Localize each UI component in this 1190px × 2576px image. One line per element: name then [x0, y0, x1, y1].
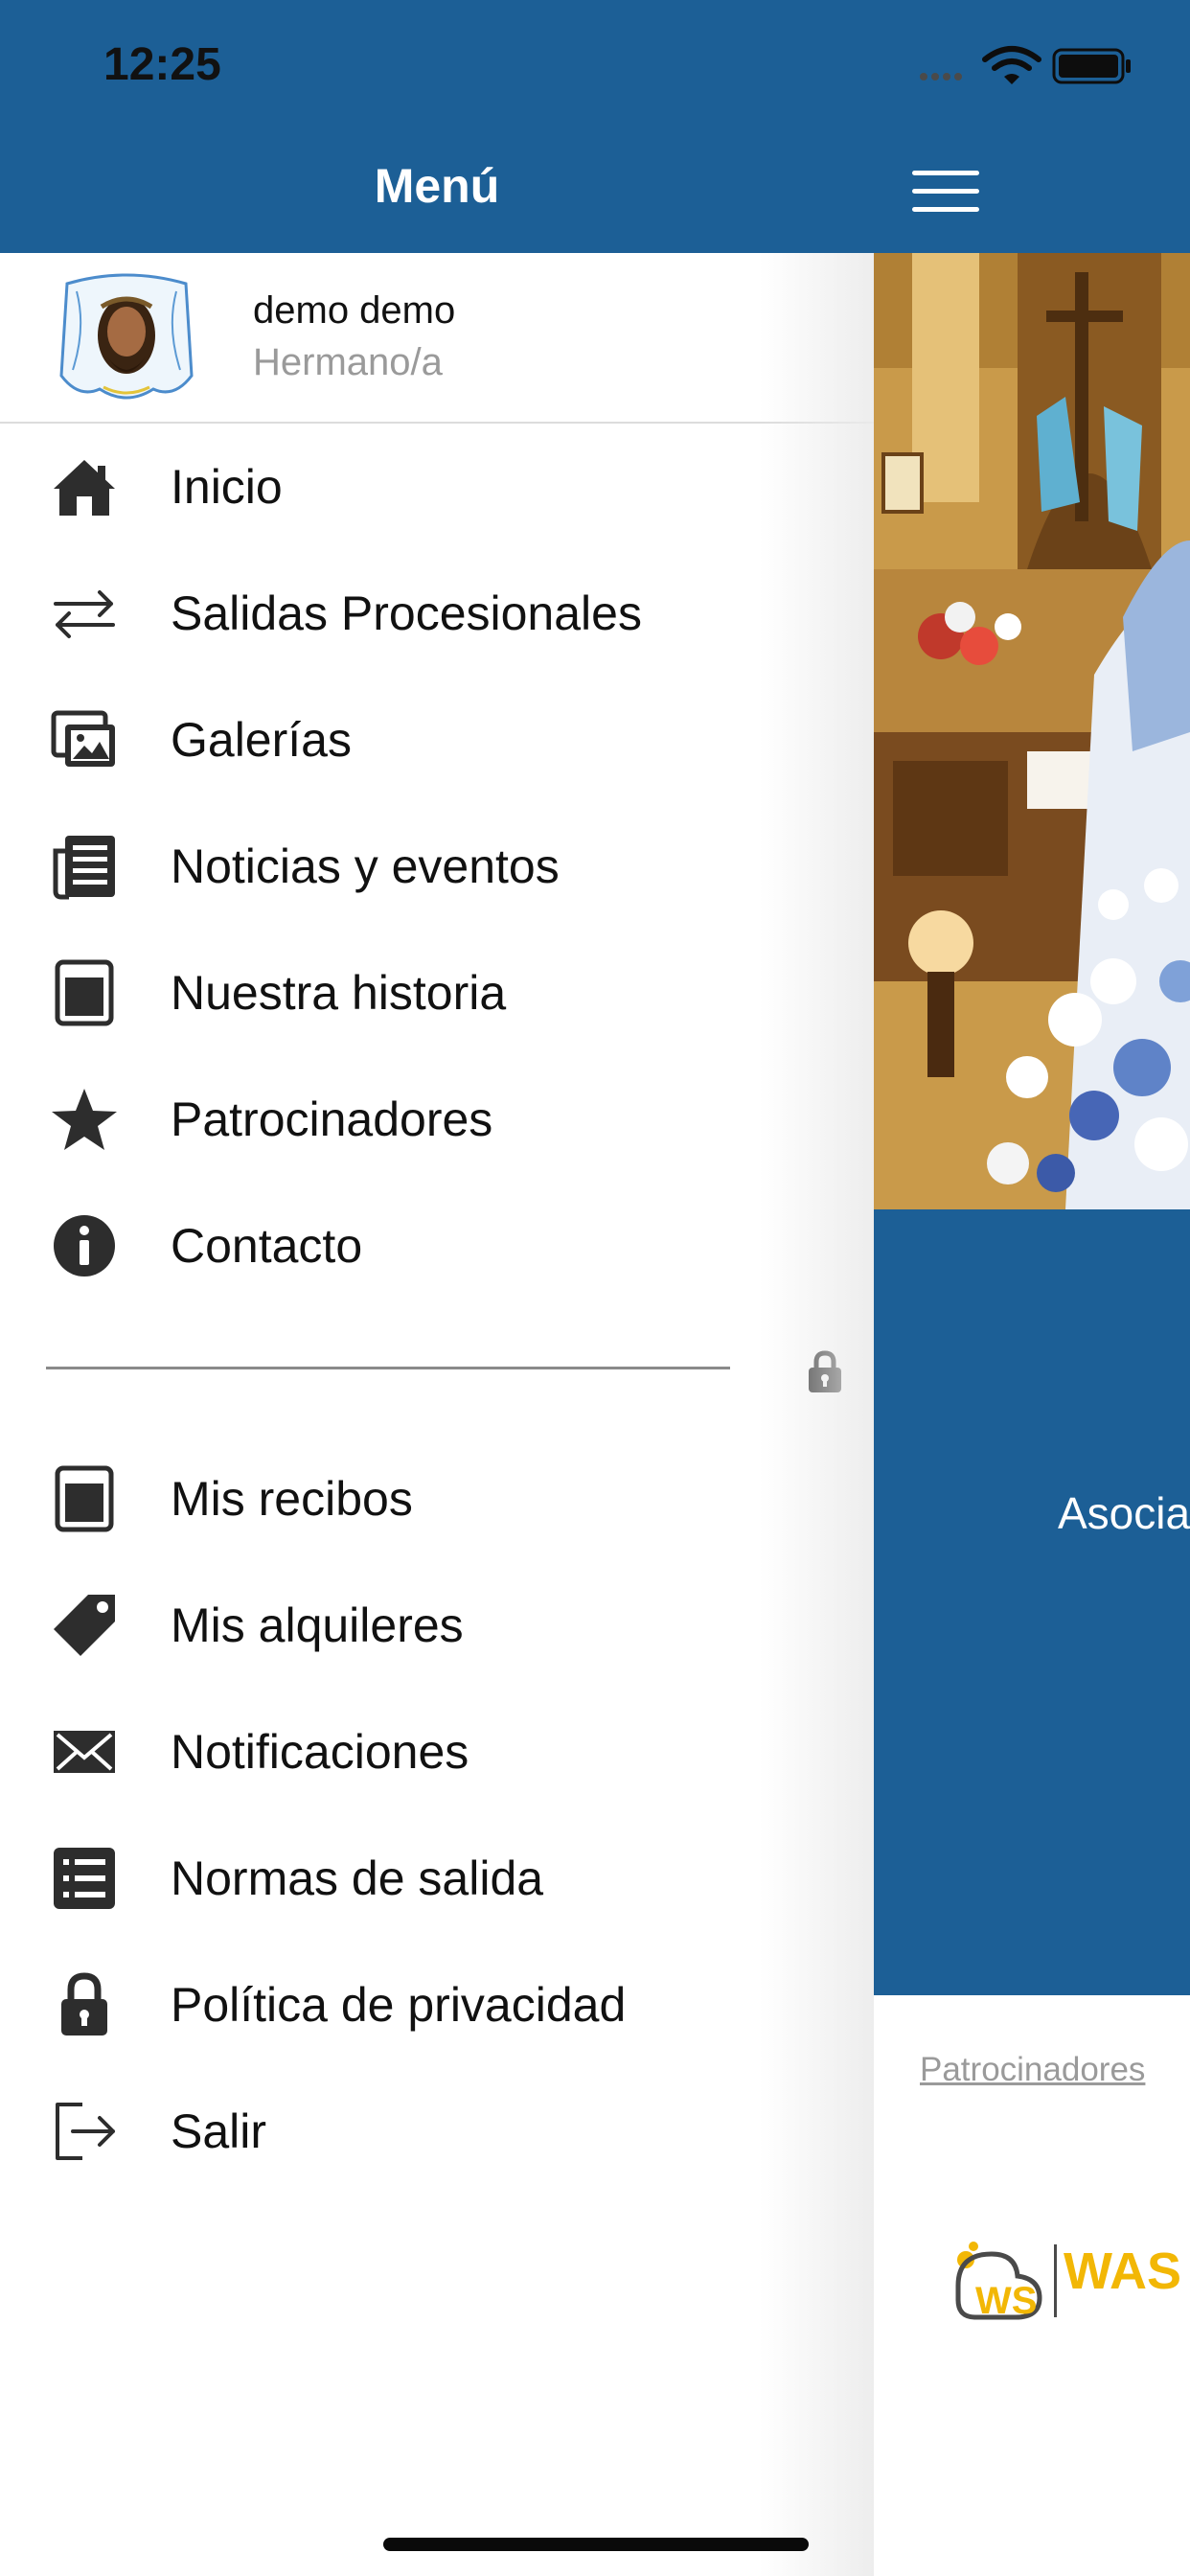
main-screen: Asocia Patrocinadores WS WAS SERVI	[874, 0, 1190, 2576]
church-altar-photo	[874, 253, 1190, 1209]
menu-item-inicio[interactable]: Inicio	[0, 424, 874, 550]
user-profile[interactable]: demo demo Hermano/a	[0, 253, 874, 424]
association-banner-text: Asocia	[1058, 1488, 1190, 1538]
book-icon	[50, 958, 119, 1027]
menu-item-noticias-y-eventos[interactable]: Noticias y eventos	[0, 803, 874, 930]
newspaper-icon	[50, 832, 119, 901]
wifi-icon	[982, 46, 1041, 84]
menu-item-label: Notificaciones	[171, 1725, 469, 1779]
menu-item-label: Salidas Procesionales	[171, 586, 642, 640]
menu-item-label: Mis recibos	[171, 1472, 413, 1526]
menu-item-nuestra-historia[interactable]: Nuestra historia	[0, 930, 874, 1056]
arrows-exchange-icon	[50, 579, 119, 648]
menu-item-label: Mis alquileres	[171, 1598, 464, 1652]
menu-item-label: Galerías	[171, 713, 352, 767]
menu-item-contacto[interactable]: Contacto	[0, 1183, 874, 1309]
association-banner	[874, 1209, 1190, 1995]
sponsor-logo[interactable]: WS WAS SERVI	[949, 2233, 1190, 2329]
sponsors-link[interactable]: Patrocinadores	[920, 2051, 1145, 2089]
signal-icon	[920, 73, 962, 80]
sponsor-logo-initials: WS	[975, 2280, 1037, 2322]
battery-icon	[1052, 48, 1131, 84]
menu-item-label: Noticias y eventos	[171, 840, 560, 893]
menu-item-mis-alquileres[interactable]: Mis alquileres	[0, 1562, 874, 1689]
envelope-icon	[50, 1717, 119, 1786]
lock-icon	[50, 1970, 119, 2039]
main-header	[874, 0, 1190, 253]
info-icon	[50, 1211, 119, 1280]
gallery-icon	[50, 705, 119, 774]
navigation-drawer: Menú demo demo Hermano/a Inicio Salidas …	[0, 0, 874, 2576]
profile-name: demo demo	[253, 289, 456, 332]
hamburger-menu-button[interactable]	[912, 171, 979, 213]
menu-item-label: Normas de salida	[171, 1852, 544, 1905]
menu-item-galerias[interactable]: Galerías	[0, 677, 874, 803]
receipt-icon	[50, 1464, 119, 1533]
list-icon	[50, 1844, 119, 1913]
menu-item-salir[interactable]: Salir	[0, 2068, 874, 2195]
home-icon	[50, 452, 119, 521]
menu-item-notificaciones[interactable]: Notificaciones	[0, 1689, 874, 1815]
star-icon	[50, 1085, 119, 1154]
menu-item-label: Patrocinadores	[171, 1092, 493, 1146]
menu-item-label: Contacto	[171, 1219, 363, 1273]
menu-item-politica-de-privacidad[interactable]: Política de privacidad	[0, 1942, 874, 2068]
sponsor-logo-text: WAS SERVI	[1064, 2242, 1190, 2300]
menu-item-normas-de-salida[interactable]: Normas de salida	[0, 1815, 874, 1942]
menu-item-label: Política de privacidad	[171, 1978, 627, 2032]
hamburger-line	[912, 171, 979, 175]
menu-item-label: Salir	[171, 2104, 267, 2158]
menu-item-salidas-procesionales[interactable]: Salidas Procesionales	[0, 550, 874, 677]
status-bar-time: 12:25	[103, 39, 221, 90]
status-bar-icons	[918, 44, 1138, 86]
menu-item-label: Inicio	[171, 460, 283, 514]
lock-icon	[807, 1349, 843, 1393]
home-indicator[interactable]	[383, 2538, 809, 2551]
drawer-title: Menú	[374, 159, 500, 213]
section-divider	[46, 1367, 730, 1369]
logout-icon	[50, 2097, 119, 2166]
menu-item-mis-recibos[interactable]: Mis recibos	[0, 1436, 874, 1562]
hamburger-line	[912, 207, 979, 212]
menu-item-patrocinadores[interactable]: Patrocinadores	[0, 1056, 874, 1183]
tag-icon	[50, 1591, 119, 1660]
hamburger-line	[912, 189, 979, 194]
profile-role: Hermano/a	[253, 341, 443, 383]
avatar	[57, 270, 195, 406]
menu-item-label: Nuestra historia	[171, 966, 507, 1020]
